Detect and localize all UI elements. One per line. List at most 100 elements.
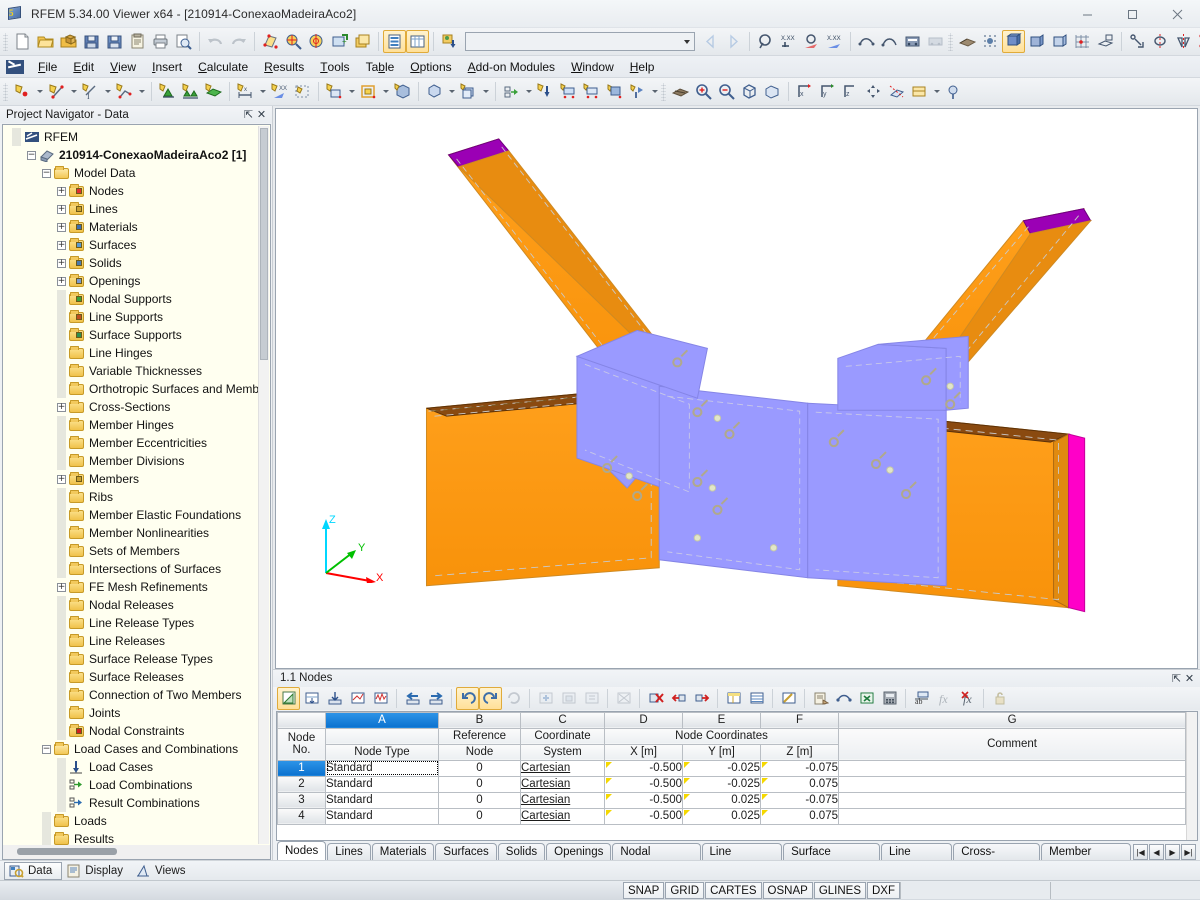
view-xz-icon[interactable]: x [793, 80, 816, 103]
cell-z[interactable]: 0.075 [760, 807, 839, 825]
print-icon[interactable] [149, 30, 172, 53]
expand-icon[interactable]: + [57, 204, 66, 214]
table-tab-nodal-supports[interactable]: Nodal Supports [612, 843, 701, 874]
next-table-icon[interactable] [424, 687, 447, 710]
cell-reference-node[interactable]: 0 [438, 791, 521, 809]
status-toggle-glines[interactable]: GLINES [813, 882, 866, 899]
cell-x[interactable]: -0.500 [604, 791, 683, 809]
calculator-icon[interactable] [878, 687, 901, 710]
cell-y[interactable]: 0.025 [682, 791, 761, 809]
move-copy-icon[interactable] [1126, 30, 1149, 53]
delete-row-icon[interactable] [667, 687, 690, 710]
cell-reference-node[interactable]: 0 [438, 775, 521, 793]
filter-icon[interactable] [777, 687, 800, 710]
new-opening-icon[interactable] [357, 80, 380, 103]
tree-item-model-data[interactable]: − Model Data [6, 164, 270, 182]
column-header-g[interactable]: G [837, 711, 1187, 729]
table-tab-cross-sections[interactable]: Cross-Sections [953, 843, 1041, 874]
cell-node-type[interactable]: Standard [325, 791, 439, 809]
tree-item-intersections-of-surfaces[interactable]: Intersections of Surfaces [6, 560, 270, 578]
new-surface-icon[interactable] [323, 80, 346, 103]
tree-item-materials[interactable]: + Materials [6, 218, 270, 236]
bottom-tab-views[interactable]: Views [132, 862, 194, 880]
status-toggle-snap[interactable]: SNAP [623, 882, 665, 899]
tree-item-fe-mesh-refinements[interactable]: + FE Mesh Refinements [6, 578, 270, 596]
deformation-icon[interactable] [855, 30, 878, 53]
fe-mesh-icon[interactable] [956, 30, 979, 53]
table-tab-materials[interactable]: Materials [371, 843, 435, 860]
navigator-tree[interactable]: RFEM −210914-ConexaoMadeiraAco2 [1] − Model… [2, 124, 271, 845]
new-line-support-icon[interactable] [179, 80, 202, 103]
tree-item-lines[interactable]: + Lines [6, 200, 270, 218]
fx-icon[interactable]: fx [933, 687, 956, 710]
new-opening-dropdown[interactable] [380, 80, 391, 103]
nodes-table[interactable]: A B C D E F G Node No. Reference Coordin… [276, 710, 1198, 841]
rotate-view-icon[interactable] [305, 30, 328, 53]
menu-window[interactable]: Window [563, 57, 622, 77]
tree-item-member-eccentricities[interactable]: Member Eccentricities [6, 434, 270, 452]
tree-item-nodal-constraints[interactable]: Nodal Constraints [6, 722, 270, 740]
new-line-icon[interactable] [45, 80, 68, 103]
pan-view-icon[interactable] [862, 80, 885, 103]
tree-item-member-hinges[interactable]: Member Hinges [6, 416, 270, 434]
cell-coordinate-system[interactable]: Cartesian [520, 791, 605, 809]
rotate-icon[interactable] [1149, 30, 1172, 53]
color-columns-icon[interactable] [722, 687, 745, 710]
column-header-c[interactable]: C [520, 711, 605, 729]
clear-fx-icon[interactable]: fx [956, 687, 979, 710]
expand-icon[interactable]: + [57, 258, 66, 268]
row-header[interactable]: 2 [277, 775, 326, 793]
toolbar2-grip-2[interactable] [661, 82, 666, 101]
result-values-icon[interactable]: X.XX [777, 30, 800, 53]
view-yz-icon[interactable]: y [816, 80, 839, 103]
first-tab-button[interactable]: |◀ [1133, 844, 1148, 860]
new-load-case-icon[interactable] [500, 80, 523, 103]
zoom-in-icon[interactable] [692, 80, 715, 103]
tree-item-rfem[interactable]: RFEM [6, 128, 270, 146]
new-file-icon[interactable] [11, 30, 34, 53]
new-member-set-dropdown[interactable] [480, 80, 491, 103]
redo-icon[interactable] [227, 30, 250, 53]
cell-x[interactable]: -0.500 [604, 775, 683, 793]
tree-item-line-releases[interactable]: Line Releases [6, 632, 270, 650]
table-tab-surface-supports[interactable]: Surface Supports [783, 843, 880, 874]
redo-icon[interactable] [479, 686, 502, 710]
fe-mesh-settings-icon[interactable] [979, 30, 1002, 53]
tree-item-sets-of-members[interactable]: Sets of Members [6, 542, 270, 560]
expand-icon[interactable]: + [57, 582, 66, 592]
save-icon[interactable] [103, 30, 126, 53]
new-surface-load-icon[interactable] [580, 80, 603, 103]
tree-item-member-elastic-foundations[interactable]: Member Elastic Foundations [6, 506, 270, 524]
tree-item-results[interactable]: Results [6, 830, 270, 845]
tree-item-load-combinations[interactable]: Load Combinations [6, 776, 270, 794]
column-header-f[interactable]: F [760, 711, 839, 729]
cell-comment[interactable] [837, 775, 1187, 793]
expand-icon[interactable]: + [57, 276, 66, 286]
display-properties-icon[interactable] [383, 30, 406, 53]
next-load-case-icon[interactable] [722, 30, 745, 53]
cell-x[interactable]: -0.500 [604, 807, 683, 825]
cell-y[interactable]: 0.025 [682, 807, 761, 825]
menu-tools[interactable]: Tools [312, 57, 357, 77]
table-row[interactable]: 3 Standard 0 Cartesian -0.500 0.025 -0.075 [277, 791, 1187, 809]
grid-snap-icon[interactable] [1071, 30, 1094, 53]
cell-x[interactable]: -0.500 [604, 759, 683, 777]
printout-report2-icon[interactable] [924, 30, 947, 53]
import-icon[interactable] [323, 687, 346, 710]
table-tab-line-supports[interactable]: Line Supports [701, 843, 783, 874]
tree-item-loads[interactable]: Loads [6, 812, 270, 830]
menu-results[interactable]: Results [256, 57, 312, 77]
table-tab-solids[interactable]: Solids [497, 843, 546, 860]
status-toggle-cartes[interactable]: CARTES [705, 882, 762, 899]
table-tab-member-hinges[interactable]: Member Hinges [1041, 843, 1132, 874]
refresh-icon[interactable] [502, 687, 525, 710]
new-load-dropdown[interactable] [649, 80, 660, 103]
new-nodal-deformation-icon[interactable] [626, 80, 649, 103]
close-icon[interactable]: ✕ [1183, 672, 1196, 685]
expand-icon[interactable]: + [57, 240, 66, 250]
open-package-icon[interactable] [57, 30, 80, 53]
tree-item-members[interactable]: + Members [6, 470, 270, 488]
grid-view-icon[interactable] [745, 687, 768, 710]
menu-insert[interactable]: Insert [144, 57, 190, 77]
tree-item-result-combinations[interactable]: Result Combinations [6, 794, 270, 812]
